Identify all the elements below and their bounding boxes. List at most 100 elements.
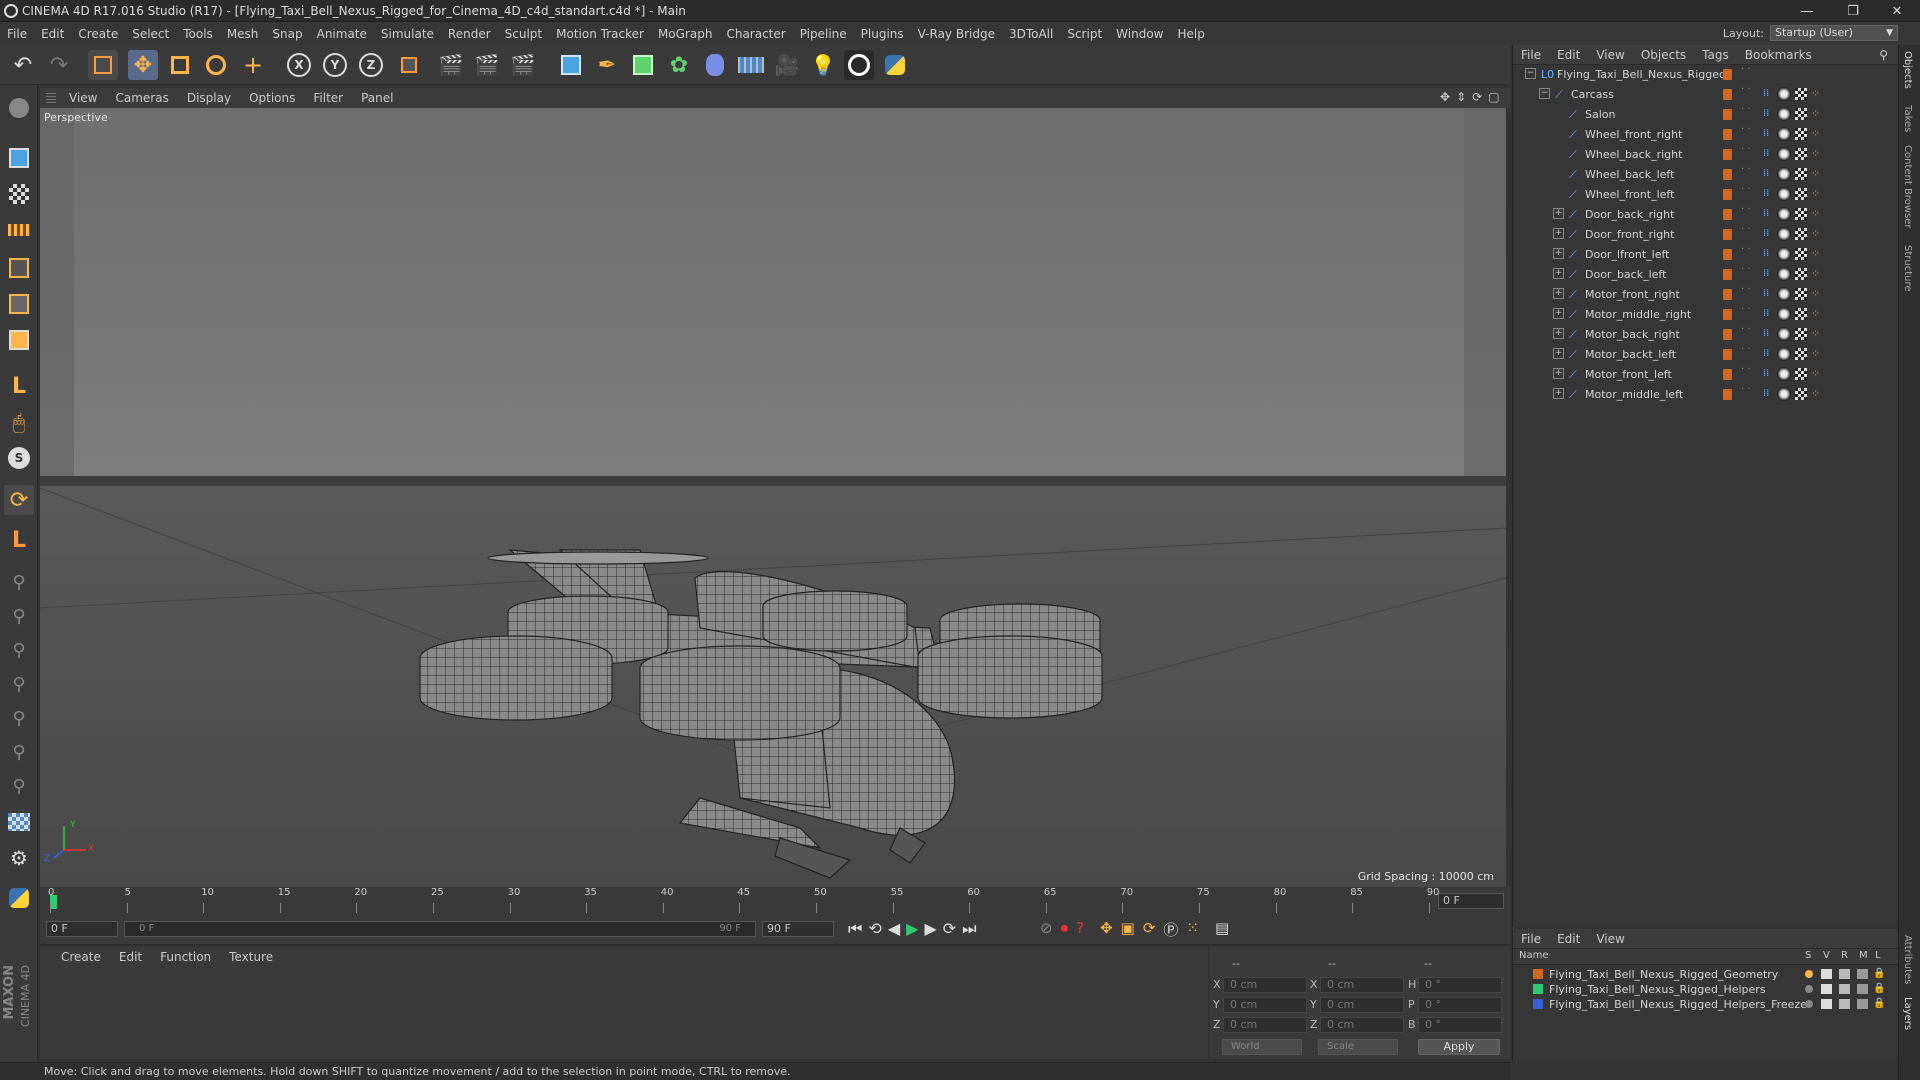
visibility-dots-icon[interactable]: · ·: [1741, 85, 1751, 95]
material-tag-icon[interactable]: [1777, 147, 1791, 161]
layer-color-swatch[interactable]: [1723, 129, 1732, 140]
material-tag-icon[interactable]: [1777, 387, 1791, 401]
selection-tag-icon[interactable]: ⁘: [1811, 347, 1820, 360]
layer-color-swatch[interactable]: [1723, 369, 1732, 380]
x-axis-lock-icon[interactable]: X: [284, 50, 314, 80]
object-row[interactable]: ⟋ Wheel_back_right · · ⁞⁞ ⁘: [1513, 145, 1899, 165]
key-parameter-icon[interactable]: Ⓟ: [1163, 919, 1178, 940]
brush-icon-3[interactable]: ⚲: [4, 635, 34, 665]
visibility-dots-icon[interactable]: · ·: [1741, 285, 1751, 295]
visibility-dots-icon[interactable]: · ·: [1741, 185, 1751, 195]
object-row[interactable]: − L0 Flying_Taxi_Bell_Nexus_Rigged · ·: [1513, 65, 1899, 85]
texture-tag-icon[interactable]: [1795, 348, 1807, 360]
material-tag-icon[interactable]: [1777, 187, 1791, 201]
expand-toggle-icon[interactable]: +: [1553, 388, 1564, 399]
solo-toggle-icon[interactable]: [1805, 985, 1813, 993]
menu-help[interactable]: Help: [1170, 27, 1211, 41]
material-tag-icon[interactable]: [1777, 287, 1791, 301]
points-mode-icon[interactable]: [4, 253, 34, 283]
layer-row[interactable]: Flying_Taxi_Bell_Nexus_Rigged_Helpers_Fr…: [1513, 997, 1899, 1012]
cube-primitive-icon[interactable]: [556, 50, 586, 80]
undo-icon[interactable]: ↶: [8, 50, 38, 80]
coord-rot-input[interactable]: 0 °: [1418, 1017, 1502, 1033]
rotate-view-icon[interactable]: ⟳: [1472, 90, 1482, 104]
visible-toggle-icon[interactable]: [1821, 984, 1832, 994]
material-tag-icon[interactable]: [1777, 167, 1791, 181]
current-frame-field[interactable]: 0 F: [1438, 893, 1504, 909]
go-to-end-icon[interactable]: ⏭: [962, 919, 976, 939]
viewport-menu-panel[interactable]: Panel: [352, 91, 402, 105]
visibility-dots-icon[interactable]: · ·: [1741, 365, 1751, 375]
edges-mode-icon[interactable]: [4, 289, 34, 319]
constraint-tag-icon[interactable]: ⁞⁞: [1763, 188, 1769, 199]
scale-tool-icon[interactable]: [165, 50, 195, 80]
object-row[interactable]: + ⟋ Door_back_left · · ⁞⁞ ⁘: [1513, 265, 1899, 285]
lock-icon[interactable]: 🔒: [1873, 968, 1885, 979]
layer-color-swatch[interactable]: [1723, 389, 1732, 400]
selection-tag-icon[interactable]: ⁘: [1811, 107, 1820, 120]
selection-tag-icon[interactable]: ⁘: [1811, 387, 1820, 400]
constraint-tag-icon[interactable]: ⁞⁞: [1763, 108, 1769, 119]
python-icon[interactable]: [880, 50, 910, 80]
selection-tag-icon[interactable]: ⁘: [1811, 167, 1820, 180]
material-tag-icon[interactable]: [1777, 267, 1791, 281]
material-tag-icon[interactable]: [1777, 347, 1791, 361]
material-tag-icon[interactable]: [1777, 207, 1791, 221]
go-to-start-icon[interactable]: ⏮: [848, 919, 862, 939]
lock-icon[interactable]: 🔒: [1873, 983, 1885, 994]
selection-tag-icon[interactable]: ⁘: [1811, 227, 1820, 240]
object-row[interactable]: + ⟋ Door_front_right · · ⁞⁞ ⁘: [1513, 225, 1899, 245]
rotate-tool-icon[interactable]: [201, 50, 231, 80]
material-menu-function[interactable]: Function: [151, 950, 220, 964]
manager-toggle-icon[interactable]: [1857, 969, 1868, 979]
layer-color-swatch[interactable]: [1723, 329, 1732, 340]
polygons-mode-icon[interactable]: [4, 325, 34, 355]
motion-record-icon[interactable]: ⊘: [1040, 919, 1053, 940]
apply-button[interactable]: Apply: [1418, 1039, 1500, 1055]
layer-color-swatch[interactable]: [1533, 999, 1543, 1009]
vray-icon[interactable]: [844, 50, 874, 80]
coord-size-input[interactable]: 0 cm: [1320, 997, 1404, 1013]
constraint-tag-icon[interactable]: ⁞⁞: [1763, 168, 1769, 179]
move-tool-icon[interactable]: ✥: [128, 50, 158, 80]
constraint-tag-icon[interactable]: ⁞⁞: [1763, 308, 1769, 319]
texture-mode-icon[interactable]: [4, 179, 34, 209]
layer-color-swatch[interactable]: [1723, 169, 1732, 180]
coord-size-input[interactable]: 0 cm: [1320, 1017, 1404, 1033]
expand-toggle-icon[interactable]: +: [1553, 208, 1564, 219]
render-toggle-icon[interactable]: [1839, 999, 1850, 1009]
menu-mograph[interactable]: MoGraph: [651, 27, 720, 41]
visibility-dots-icon[interactable]: · ·: [1741, 205, 1751, 215]
coord-pos-input[interactable]: 0 cm: [1223, 997, 1307, 1013]
live-selection-icon[interactable]: [88, 50, 118, 80]
visibility-dots-icon[interactable]: · ·: [1741, 265, 1751, 275]
constraint-tag-icon[interactable]: ⁞⁞: [1763, 268, 1769, 279]
material-tag-icon[interactable]: [1777, 307, 1791, 321]
camera-icon[interactable]: 🎥: [772, 50, 802, 80]
layer-color-swatch[interactable]: [1533, 984, 1543, 994]
visibility-dots-icon[interactable]: · ·: [1741, 165, 1751, 175]
render-view-icon[interactable]: 🎬: [436, 50, 466, 80]
tweak-mode-icon[interactable]: 🖱: [4, 407, 34, 437]
texture-tag-icon[interactable]: [1795, 208, 1807, 220]
material-menu-create[interactable]: Create: [52, 950, 110, 964]
render-picture-viewer-icon[interactable]: 🎬: [472, 50, 502, 80]
selection-tag-icon[interactable]: ⁘: [1811, 287, 1820, 300]
solo-toggle-icon[interactable]: [1805, 1000, 1813, 1008]
lock-grid-icon[interactable]: [4, 807, 34, 837]
constraint-tag-icon[interactable]: ⁞⁞: [1763, 388, 1769, 399]
menu-create[interactable]: Create: [71, 27, 125, 41]
render-settings-icon[interactable]: 🎬: [508, 50, 538, 80]
texture-tag-icon[interactable]: [1795, 288, 1807, 300]
timeline-ruler[interactable]: 0 F 0 5 10 15 20 25 30 35 40 45 50 55 60 65 70 75 80 85 90: [40, 887, 1510, 915]
layer-color-swatch[interactable]: [1723, 289, 1732, 300]
expand-toggle-icon[interactable]: +: [1553, 368, 1564, 379]
texture-tag-icon[interactable]: [1795, 228, 1807, 240]
subdivision-surface-icon[interactable]: [628, 50, 658, 80]
transform-tool-icon[interactable]: +: [238, 50, 268, 80]
menu-mesh[interactable]: Mesh: [220, 27, 266, 41]
python-script-icon[interactable]: [4, 883, 34, 913]
snap-icon[interactable]: S: [4, 443, 34, 473]
manager-toggle-icon[interactable]: [1857, 984, 1868, 994]
layer-color-swatch[interactable]: [1723, 229, 1732, 240]
